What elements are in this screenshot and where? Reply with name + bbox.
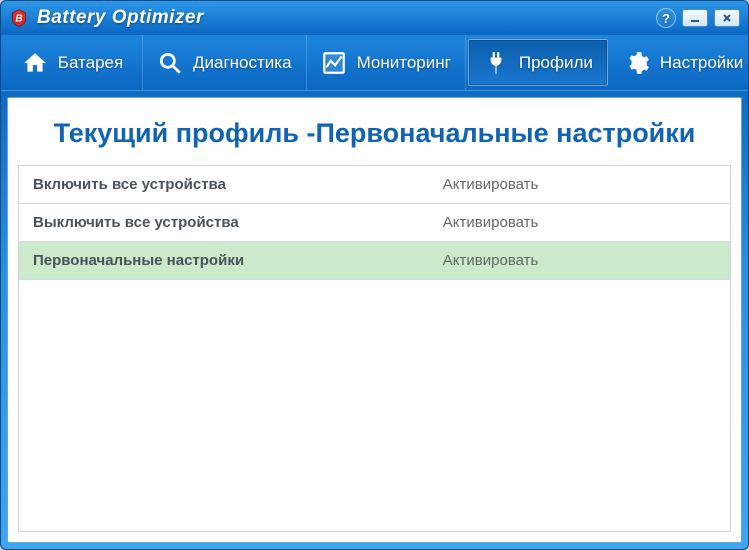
chart-icon xyxy=(321,50,347,76)
activate-link[interactable]: Активировать xyxy=(443,214,716,231)
plug-icon xyxy=(483,50,509,76)
close-button[interactable] xyxy=(714,9,740,27)
nav-label: Диагностика xyxy=(193,53,292,73)
activate-link[interactable]: Активировать xyxy=(443,252,716,269)
home-icon xyxy=(22,50,48,76)
profile-name: Выключить все устройства xyxy=(33,214,443,231)
nav-diagnostics[interactable]: Диагностика xyxy=(143,35,307,90)
table-row: Включить все устройства Активировать xyxy=(19,166,730,204)
table-row: Первоначальные настройки Активировать xyxy=(19,242,730,280)
activate-link[interactable]: Активировать xyxy=(443,176,716,193)
nav-settings[interactable]: Настройки xyxy=(610,35,749,90)
minimize-button[interactable] xyxy=(682,9,708,27)
app-logo-icon: B xyxy=(9,8,29,28)
profiles-table: Включить все устройства Активировать Вык… xyxy=(18,165,731,532)
nav-profiles[interactable]: Профили xyxy=(468,39,608,86)
app-title: Battery Optimizer xyxy=(37,7,656,29)
search-icon xyxy=(157,50,183,76)
profile-name: Первоначальные настройки xyxy=(33,252,443,269)
help-button[interactable]: ? xyxy=(656,8,676,28)
nav-bar: Батарея Диагностика Мониторинг Профили Н… xyxy=(1,35,748,91)
nav-battery[interactable]: Батарея xyxy=(3,35,143,90)
app-window: B Battery Optimizer ? Батарея Диагностик… xyxy=(0,0,749,550)
titlebar: B Battery Optimizer ? xyxy=(1,1,748,35)
nav-label: Профили xyxy=(519,53,593,73)
nav-label: Мониторинг xyxy=(357,53,451,73)
page-title: Текущий профиль -Первоначальные настройк… xyxy=(18,106,731,165)
svg-text:B: B xyxy=(15,13,22,24)
nav-label: Настройки xyxy=(660,53,743,73)
gear-icon xyxy=(624,50,650,76)
profile-name: Включить все устройства xyxy=(33,176,443,193)
nav-label: Батарея xyxy=(58,53,123,73)
content-frame: Текущий профиль -Первоначальные настройк… xyxy=(7,97,742,543)
nav-monitoring[interactable]: Мониторинг xyxy=(307,35,466,90)
table-row: Выключить все устройства Активировать xyxy=(19,204,730,242)
